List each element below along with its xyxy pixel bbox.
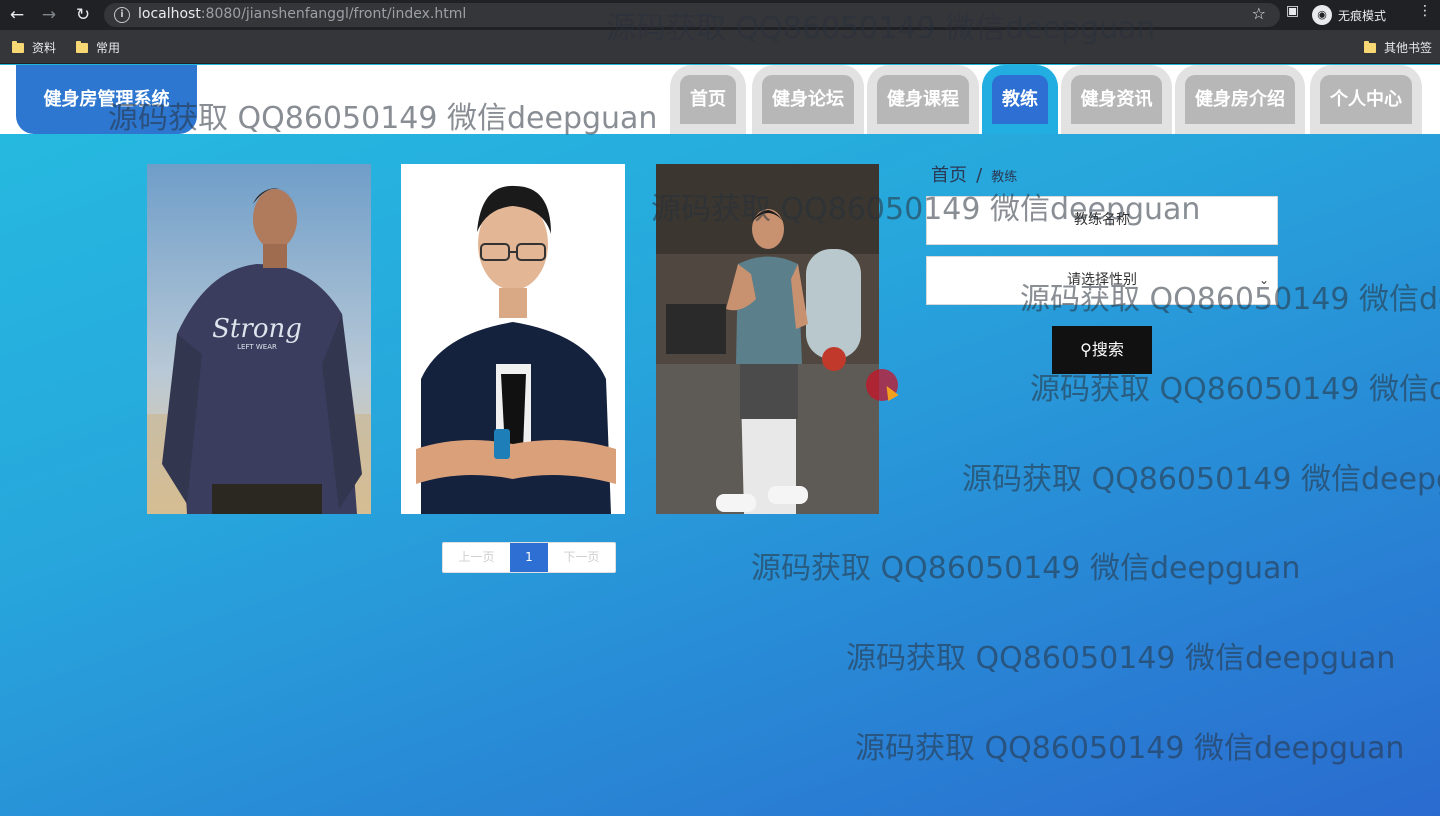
nav-forum[interactable]: 健身论坛 (752, 65, 864, 134)
browser-toolbar: ← → ↻ i localhost:8080/jianshenfanggl/fr… (0, 0, 1440, 30)
nav-home[interactable]: 首页 (670, 65, 746, 134)
folder-icon (12, 40, 24, 53)
coach-name-input[interactable]: 教练名称 (926, 196, 1278, 245)
breadcrumb: 首页 / 教练 (931, 161, 1017, 187)
pagination: 上一页 1 下一页 (442, 542, 616, 573)
bookmark-star-icon[interactable]: ☆ (1252, 4, 1266, 23)
folder-icon (76, 40, 88, 53)
back-icon[interactable]: ← (6, 4, 28, 26)
url-text: localhost:8080/jianshenfanggl/front/inde… (138, 6, 467, 22)
breadcrumb-home[interactable]: 首页 (931, 165, 967, 186)
bookmark-folder-资料[interactable]: 资料 (12, 39, 56, 56)
site-header: 健身房管理系统 首页 健身论坛 健身课程 教练 健身资讯 健身房介绍 个人中心 (0, 65, 1440, 134)
forward-icon[interactable]: → (38, 4, 60, 26)
nav-coach[interactable]: 教练 (982, 65, 1058, 134)
svg-text:LEFT WEAR: LEFT WEAR (237, 343, 277, 351)
shirt-text: Strong (212, 314, 302, 344)
site-logo[interactable]: 健身房管理系统 (16, 65, 197, 134)
breadcrumb-separator: / (976, 165, 983, 186)
other-bookmarks[interactable]: 其他书签 (1364, 39, 1432, 56)
coach-card-1[interactable]: Strong LEFT WEAR (147, 164, 371, 514)
nav-courses[interactable]: 健身课程 (867, 65, 979, 134)
bookmark-folder-常用[interactable]: 常用 (76, 39, 120, 56)
nav-about-gym[interactable]: 健身房介绍 (1175, 65, 1305, 134)
page-1-button[interactable]: 1 (510, 543, 548, 572)
next-page-button[interactable]: 下一页 (548, 543, 615, 572)
coach-photo-1: Strong LEFT WEAR (147, 164, 371, 514)
nav-news[interactable]: 健身资讯 (1061, 65, 1172, 134)
reload-icon[interactable]: ↻ (72, 4, 94, 26)
incognito-indicator[interactable]: ◉ 无痕模式 (1312, 3, 1406, 27)
coach-card-3[interactable] (656, 164, 880, 514)
chevron-down-icon: ⌄ (1258, 273, 1269, 287)
prev-page-button[interactable]: 上一页 (443, 543, 510, 572)
folder-icon (1364, 40, 1376, 53)
page-content: 健身房管理系统 首页 健身论坛 健身课程 教练 健身资讯 健身房介绍 个人中心 … (0, 65, 1440, 816)
search-button[interactable]: ⚲搜索 (1052, 326, 1152, 374)
breadcrumb-current: 教练 (991, 170, 1018, 185)
coach-photo-3 (656, 164, 879, 514)
site-info-icon[interactable]: i (114, 7, 130, 23)
address-bar[interactable]: i localhost:8080/jianshenfanggl/front/in… (104, 3, 1280, 27)
coach-card-2[interactable] (401, 164, 625, 514)
nav-profile[interactable]: 个人中心 (1310, 65, 1422, 134)
coach-photo-2 (401, 164, 625, 514)
side-panel-icon[interactable]: ▣ (1286, 3, 1299, 27)
incognito-icon: ◉ (1312, 5, 1332, 25)
gender-select[interactable]: 请选择性别 ⌄ (926, 256, 1278, 305)
search-icon: ⚲ (1080, 340, 1092, 359)
menu-kebab-icon[interactable]: ⋮ (1418, 3, 1432, 27)
bookmarks-bar: 资料 常用 其他书签 (0, 30, 1440, 64)
